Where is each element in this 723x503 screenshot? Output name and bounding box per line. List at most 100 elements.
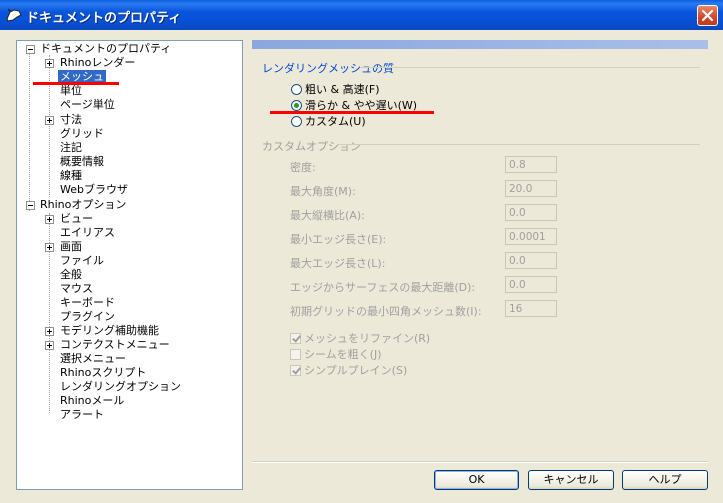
tree-item-label: ページ単位 bbox=[60, 98, 115, 111]
checkbox-label: シンプルプレイン(S) bbox=[304, 364, 408, 377]
checkbox-simple-planes[interactable]: シンプルプレイン(S) bbox=[290, 362, 407, 378]
max-aspect-ratio-field[interactable]: 0.0 bbox=[505, 204, 557, 221]
tree-item-rhino-mail[interactable]: Rhinoメール bbox=[58, 394, 126, 408]
tree-item-label: 全般 bbox=[60, 268, 82, 281]
tree-item-label: キーボード bbox=[60, 296, 115, 309]
tree-item-page-units[interactable]: ページ単位 bbox=[58, 98, 117, 112]
tree-item-select-menu[interactable]: 選択メニュー bbox=[58, 352, 128, 366]
tree-item-linetypes[interactable]: 線種 bbox=[58, 169, 84, 183]
tree-item-modeling-aids[interactable]: モデリング補助機能 bbox=[43, 324, 161, 338]
tree-item-label: アラート bbox=[60, 408, 104, 421]
checkbox-label: シームを粗く(J) bbox=[304, 348, 382, 361]
red-underline-smooth-option bbox=[270, 111, 434, 114]
tree-item-general[interactable]: 全般 bbox=[58, 268, 84, 282]
checkbox-refine-mesh[interactable]: メッシュをリファイン(R) bbox=[290, 330, 430, 346]
custom-options-group-title: カスタムオプション bbox=[262, 140, 361, 153]
tree-item-label: モデリング補助機能 bbox=[60, 324, 159, 337]
checkbox-indicator[interactable] bbox=[290, 365, 301, 376]
tree-item-label: グリッド bbox=[60, 127, 104, 140]
checkbox-label: メッシュをリファイン(R) bbox=[304, 332, 431, 345]
max-edge-surface-distance-label: エッジからサーフェスの最大距離(D): bbox=[290, 281, 476, 294]
tree-item-appearance[interactable]: 画面 bbox=[43, 240, 84, 254]
radio-indicator[interactable] bbox=[291, 100, 302, 111]
max-edge-length-field[interactable]: 0.0 bbox=[505, 252, 557, 269]
group-divider bbox=[360, 67, 700, 68]
collapse-icon[interactable] bbox=[26, 45, 35, 54]
tree-item-label: 画面 bbox=[60, 240, 82, 253]
tree-item-keyboard[interactable]: キーボード bbox=[58, 296, 117, 310]
expand-icon[interactable] bbox=[45, 59, 54, 68]
expand-icon[interactable] bbox=[45, 116, 54, 125]
tree-item-label: コンテクストメニュー bbox=[60, 338, 170, 351]
tree-item-label: エイリアス bbox=[60, 226, 115, 239]
tree-item-label: 単位 bbox=[60, 84, 82, 97]
tree-item-rhino-render[interactable]: Rhinoレンダー bbox=[43, 56, 137, 70]
tree-item-rhino-options[interactable]: Rhinoオプション bbox=[23, 198, 128, 212]
tree-item-files[interactable]: ファイル bbox=[58, 254, 106, 268]
max-edge-length-label: 最大エッジ長さ(L): bbox=[290, 257, 386, 270]
tree-item-label: マウス bbox=[60, 282, 93, 295]
expand-icon[interactable] bbox=[45, 327, 54, 336]
tree-item-label: 線種 bbox=[60, 169, 82, 182]
radio-coarse-fast[interactable]: 粗い & 高速(F) bbox=[291, 81, 379, 97]
tree-item-summary[interactable]: 概要情報 bbox=[58, 155, 106, 169]
tree-item-label: 寸法 bbox=[60, 113, 82, 126]
tree-item-notes[interactable]: 注記 bbox=[58, 141, 84, 155]
tree-item-aliases[interactable]: エイリアス bbox=[58, 226, 117, 240]
collapse-icon[interactable] bbox=[26, 201, 35, 210]
mesh-settings-panel: レンダリングメッシュの質 粗い & 高速(F) 滑らか & やや遅い(W) カス… bbox=[252, 40, 708, 460]
max-angle-label: 最大角度(M): bbox=[290, 185, 356, 198]
initial-grid-quads-label: 初期グリッドの最小四角メッシュ数(I): bbox=[290, 305, 482, 318]
title-bar[interactable]: ドキュメントのプロパティ bbox=[0, 0, 723, 30]
tree-item-mouse[interactable]: マウス bbox=[58, 282, 95, 296]
expand-icon[interactable] bbox=[45, 215, 54, 224]
tree-item-grid[interactable]: グリッド bbox=[58, 127, 106, 141]
tree-item-label: ファイル bbox=[60, 254, 104, 267]
tree-item-label: Rhinoオプション bbox=[40, 198, 127, 211]
settings-tree[interactable]: ドキュメントのプロパティ Rhinoレンダー メッシュ 単位 ページ単位 寸法 … bbox=[16, 40, 243, 490]
expand-icon[interactable] bbox=[45, 243, 54, 252]
tree-item-label: Rhinoレンダー bbox=[60, 56, 136, 69]
initial-grid-quads-field[interactable]: 16 bbox=[505, 300, 557, 317]
radio-indicator[interactable] bbox=[291, 116, 302, 127]
tree-item-dimensions[interactable]: 寸法 bbox=[43, 113, 84, 127]
tree-item-label: Rhinoスクリプト bbox=[60, 366, 147, 379]
group-divider bbox=[338, 144, 700, 145]
tree-item-context-menu[interactable]: コンテクストメニュー bbox=[43, 338, 172, 352]
max-angle-field[interactable]: 20.0 bbox=[505, 180, 557, 197]
tree-item-web-browser[interactable]: Webブラウザ bbox=[58, 183, 130, 197]
expand-icon[interactable] bbox=[45, 341, 54, 350]
tree-item-rendering-options[interactable]: レンダリングオプション bbox=[58, 380, 183, 394]
tree-item-units[interactable]: 単位 bbox=[58, 84, 84, 98]
cancel-button[interactable]: キャンセル bbox=[528, 470, 614, 490]
close-icon bbox=[701, 9, 714, 22]
tree-item-label: プラグイン bbox=[60, 310, 115, 323]
radio-label: 粗い & 高速(F) bbox=[305, 83, 380, 96]
bottom-separator bbox=[252, 461, 708, 463]
density-field[interactable]: 0.8 bbox=[505, 156, 557, 173]
mesh-quality-group-title: レンダリングメッシュの質 bbox=[262, 62, 394, 75]
radio-custom[interactable]: カスタム(U) bbox=[291, 113, 366, 129]
tree-item-alerts[interactable]: アラート bbox=[58, 408, 106, 422]
max-edge-surface-distance-field[interactable]: 0.0 bbox=[505, 276, 557, 293]
tree-item-label: レンダリングオプション bbox=[60, 380, 181, 393]
tree-item-plugins[interactable]: プラグイン bbox=[58, 310, 117, 324]
tree-item-label: Rhinoメール bbox=[60, 394, 125, 407]
checkbox-indicator[interactable] bbox=[290, 349, 301, 360]
max-aspect-ratio-label: 最大縦横比(A): bbox=[290, 209, 365, 222]
checkbox-indicator[interactable] bbox=[290, 333, 301, 344]
ok-button[interactable]: OK bbox=[434, 470, 519, 490]
density-label: 密度: bbox=[290, 161, 316, 174]
radio-label: カスタム(U) bbox=[305, 115, 366, 128]
tree-item-label: Webブラウザ bbox=[60, 183, 128, 196]
close-button[interactable] bbox=[697, 5, 718, 26]
radio-indicator[interactable] bbox=[291, 84, 302, 95]
min-edge-length-field[interactable]: 0.0001 bbox=[505, 228, 557, 245]
tree-item-document-properties[interactable]: ドキュメントのプロパティ bbox=[23, 42, 173, 56]
rhino-app-icon bbox=[5, 6, 23, 24]
tree-item-rhinoscript[interactable]: Rhinoスクリプト bbox=[58, 366, 148, 380]
tree-item-label: 選択メニュー bbox=[60, 352, 126, 365]
help-button[interactable]: ヘルプ bbox=[622, 470, 708, 490]
tree-item-view[interactable]: ビュー bbox=[43, 212, 95, 226]
checkbox-jagged-seams[interactable]: シームを粗く(J) bbox=[290, 346, 382, 362]
